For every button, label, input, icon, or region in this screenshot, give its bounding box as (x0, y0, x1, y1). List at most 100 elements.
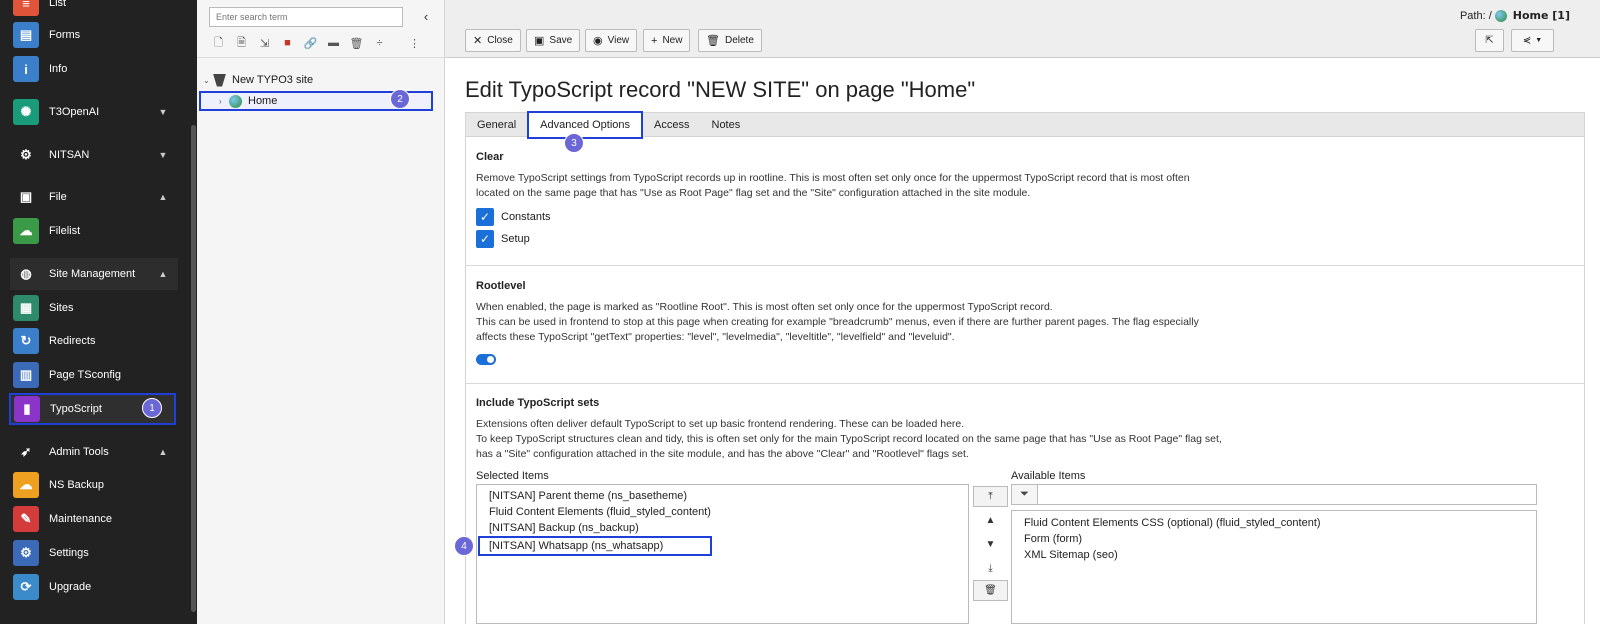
save-button[interactable]: ▣ Save (526, 29, 581, 52)
module-forms[interactable]: ▤ Forms (10, 19, 178, 51)
tab-advanced-options[interactable]: Advanced Options (527, 111, 644, 139)
list-item[interactable]: [NITSAN] Whatsapp (ns_whatsapp) (478, 536, 712, 556)
constants-checkbox[interactable]: ✓ Constants (476, 208, 551, 226)
available-items-list[interactable]: Fluid Content Elements CSS (optional) (f… (1011, 510, 1537, 624)
link-icon[interactable]: 🔗 (299, 37, 322, 50)
selected-items-list[interactable]: [NITSAN] Parent theme (ns_basetheme) Flu… (476, 484, 969, 624)
save-icon: ▣ (534, 35, 545, 47)
globe-icon: ◍ (20, 266, 32, 281)
module-redirects[interactable]: ↻ Redirects (10, 325, 178, 357)
wrench-icon: ✎ (13, 506, 39, 532)
page-tree-panel: ‹ 🗋 🗎 ⇲ ■ 🔗 ▬ 🗑 ÷ ⋮ ⌄ New TYPO3 site › H… (197, 0, 445, 624)
list-item[interactable]: [NITSAN] Backup (ns_backup) (489, 522, 639, 534)
tree-node-root[interactable]: ⌄ New TYPO3 site (203, 72, 313, 88)
rocket-icon: ➶ (20, 444, 32, 459)
filter-icon: ⏷ (1012, 485, 1038, 504)
section-include-desc: Extensions often deliver default TypoScr… (476, 418, 965, 430)
share-button[interactable]: ⋞ ▼ (1511, 29, 1554, 52)
breadcrumb: Path: / Home [1] (1459, 9, 1570, 22)
list-icon: ≡ (13, 0, 39, 16)
view-button[interactable]: ◉ View (585, 29, 638, 52)
info-icon: i (13, 56, 39, 82)
page-backend-icon[interactable]: ■ (276, 37, 299, 49)
module-menu-scrollbar[interactable] (191, 125, 196, 612)
more-options-icon[interactable]: ⋮ (403, 37, 426, 50)
section-include-desc: has a "Site" configuration attached in t… (476, 448, 969, 460)
spacer-icon[interactable]: ÷ (368, 37, 391, 49)
tsconfig-icon: ▥ (13, 362, 39, 388)
module-maintenance[interactable]: ✎ Maintenance (10, 503, 178, 535)
module-upgrade[interactable]: ⟳ Upgrade (10, 571, 178, 603)
gear-icon: ⚙ (20, 147, 32, 162)
openai-icon: ✺ (13, 99, 39, 125)
move-to-bottom-button[interactable]: ⤓ (973, 558, 1008, 579)
module-ns-backup[interactable]: ☁ NS Backup (10, 469, 178, 501)
globe-icon (1494, 9, 1507, 22)
step-badge-2: 2 (390, 89, 410, 109)
setup-checkbox[interactable]: ✓ Setup (476, 230, 530, 248)
close-button[interactable]: ✕ Close (465, 29, 521, 52)
module-nitsan[interactable]: ⚙ NITSAN ▼ (10, 139, 178, 171)
new-button[interactable]: + New (643, 29, 691, 52)
list-item[interactable]: XML Sitemap (seo) (1024, 549, 1118, 561)
section-clear: Clear Remove TypoScript settings from Ty… (466, 137, 1584, 266)
eye-icon: ◉ (593, 35, 603, 47)
module-page-tsconfig[interactable]: ▥ Page TSconfig (10, 359, 178, 391)
rootlevel-toggle[interactable] (476, 354, 496, 365)
chevron-right-icon[interactable]: › (219, 97, 229, 106)
typoscript-icon: ▮ (14, 396, 40, 422)
image-icon: ▣ (19, 189, 33, 204)
open-new-window-button[interactable]: ⇱ (1475, 29, 1504, 52)
module-group-admin-tools[interactable]: ➶ Admin Tools ▲ (10, 436, 178, 468)
chevron-down-icon: ▼ (158, 107, 168, 117)
list-item[interactable]: Fluid Content Elements (fluid_styled_con… (489, 506, 711, 518)
module-filelist[interactable]: ☁ Filelist (10, 215, 178, 247)
tab-access[interactable]: Access (643, 113, 700, 137)
move-to-top-button[interactable]: ⤒ (973, 486, 1008, 507)
chevron-up-icon: ▲ (158, 269, 168, 279)
breadcrumb-page[interactable]: Home [1] (1513, 9, 1570, 22)
remove-item-button[interactable]: 🗑 (973, 580, 1008, 601)
tab-notes[interactable]: Notes (701, 113, 752, 137)
selected-items-controls: ⤒ ▲ ▼ ⤓ 🗑 (973, 484, 1008, 624)
module-menu: ≡ List ▤ Forms i Info ✺ T3OpenAI ▼ ⚙ NIT… (0, 0, 197, 624)
new-page-icon[interactable]: 🗋 (207, 34, 230, 53)
move-up-button[interactable]: ▲ (973, 510, 1008, 531)
check-icon: ✓ (476, 230, 494, 248)
available-items-filter[interactable]: ⏷ (1011, 484, 1537, 505)
module-group-file[interactable]: ▣ File ▲ (10, 181, 178, 213)
globe-icon (229, 94, 242, 108)
list-item[interactable]: Fluid Content Elements CSS (optional) (f… (1024, 517, 1321, 529)
available-items-label: Available Items (1011, 470, 1086, 482)
move-down-button[interactable]: ▼ (973, 534, 1008, 555)
section-clear-desc: located on the same page that has "Use a… (476, 187, 1031, 199)
tab-general[interactable]: General (466, 113, 527, 137)
recycler-icon[interactable]: 🗑 (345, 37, 368, 50)
forms-icon: ▤ (13, 22, 39, 48)
delete-button[interactable]: 🗑 Delete (698, 29, 762, 52)
list-item[interactable]: Form (form) (1024, 533, 1082, 545)
module-sites[interactable]: ▦ Sites (10, 292, 178, 324)
module-group-site-management[interactable]: ◍ Site Management ▲ (10, 258, 178, 290)
check-icon: ✓ (476, 208, 494, 226)
new-page-content-icon[interactable]: 🗎 (230, 34, 253, 53)
selected-items-label: Selected Items (476, 470, 549, 482)
module-info[interactable]: i Info (10, 53, 178, 85)
tree-search-input[interactable] (209, 7, 403, 27)
section-rootlevel: Rootlevel When enabled, the page is mark… (466, 266, 1584, 384)
external-link-icon: ⇱ (1485, 35, 1494, 46)
collapse-tree-icon[interactable]: ‹ (418, 8, 434, 26)
chevron-down-icon[interactable]: ⌄ (203, 76, 213, 85)
module-settings[interactable]: ⚙ Settings (10, 537, 178, 569)
page-shortcut-icon[interactable]: ⇲ (253, 37, 276, 50)
folder-icon[interactable]: ▬ (322, 37, 345, 49)
tree-divider (197, 57, 445, 58)
section-rootlevel-desc: When enabled, the page is marked as "Roo… (476, 301, 1053, 313)
upgrade-icon: ⟳ (13, 574, 39, 600)
list-item[interactable]: [NITSAN] Parent theme (ns_basetheme) (489, 490, 687, 502)
tree-toolbar: 🗋 🗎 ⇲ ■ 🔗 ▬ 🗑 ÷ ⋮ (207, 35, 437, 51)
module-t3openai[interactable]: ✺ T3OpenAI ▼ (10, 96, 178, 128)
section-clear-desc: Remove TypoScript settings from TypoScri… (476, 172, 1190, 184)
page-title: Edit TypoScript record "NEW SITE" on pag… (465, 77, 976, 102)
module-list[interactable]: ≡ List (10, 0, 178, 19)
